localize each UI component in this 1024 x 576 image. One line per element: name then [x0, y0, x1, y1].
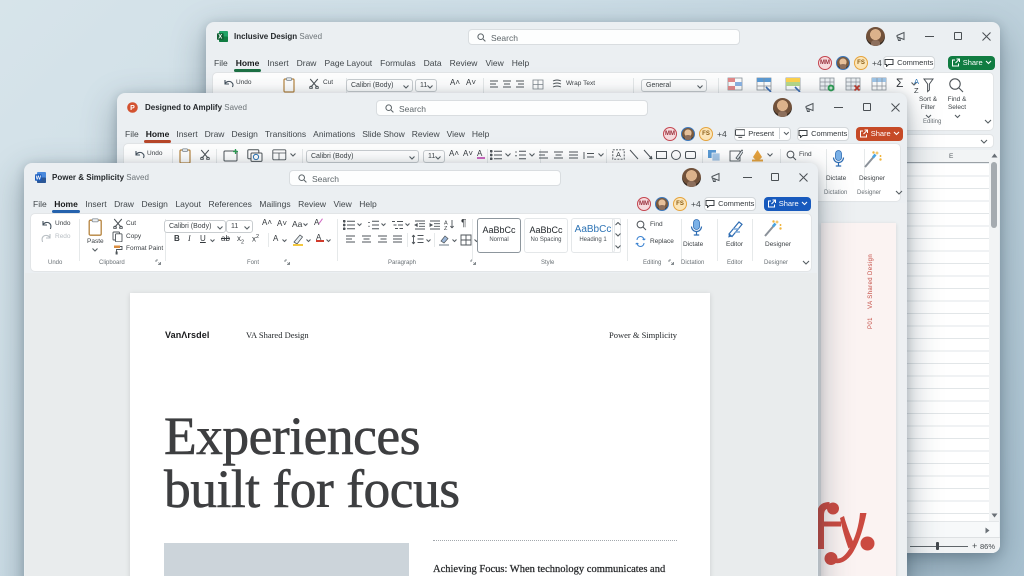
svg-text:A: A — [914, 77, 919, 86]
svg-text:Z: Z — [444, 226, 448, 230]
svg-text:Z: Z — [914, 86, 919, 94]
svg-text:A: A — [616, 152, 621, 159]
svg-text:P: P — [130, 105, 135, 112]
svg-text:W: W — [36, 176, 42, 182]
svg-text:X: X — [218, 35, 222, 41]
